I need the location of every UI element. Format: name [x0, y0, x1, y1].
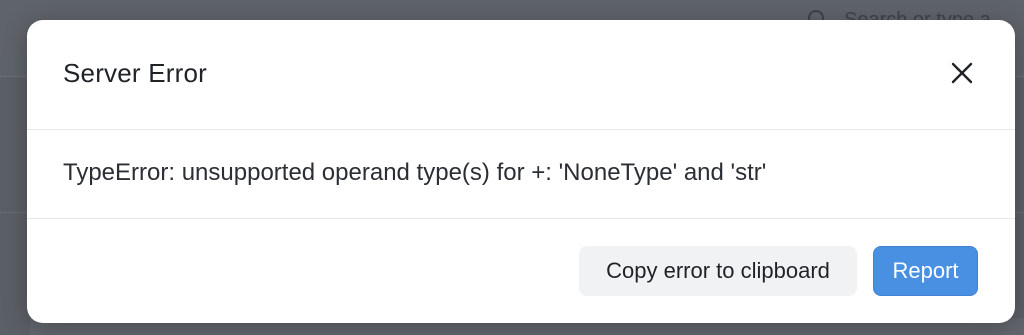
- dialog-header: Server Error: [27, 20, 1015, 130]
- error-message: TypeError: unsupported operand type(s) f…: [63, 159, 767, 186]
- error-dialog: Server Error TypeError: unsupported oper…: [27, 20, 1015, 323]
- copy-error-button[interactable]: Copy error to clipboard: [579, 246, 857, 296]
- dialog-title: Server Error: [63, 58, 207, 88]
- dialog-body: TypeError: unsupported operand type(s) f…: [27, 130, 1015, 219]
- close-icon: [951, 62, 973, 84]
- report-button[interactable]: Report: [873, 246, 978, 296]
- close-button[interactable]: [949, 60, 975, 86]
- dialog-footer: Copy error to clipboard Report: [27, 219, 1015, 323]
